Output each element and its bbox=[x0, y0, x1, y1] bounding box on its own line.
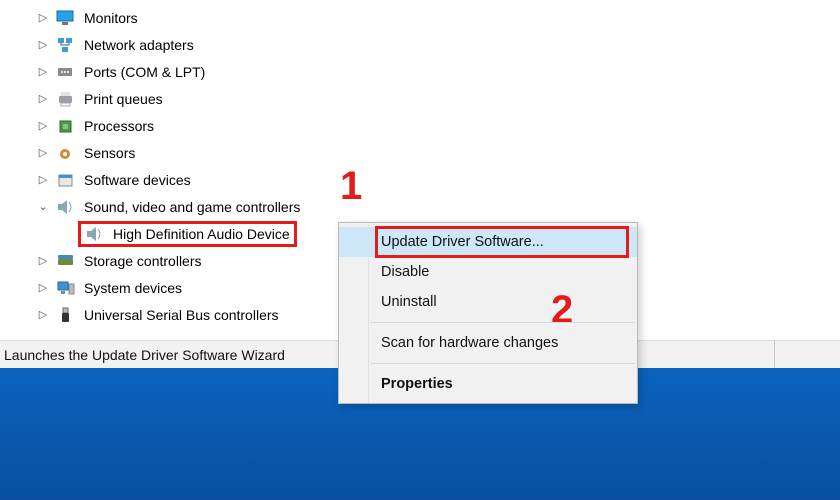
tree-item-label: Sound, video and game controllers bbox=[84, 199, 300, 215]
tree-item-label: Sensors bbox=[84, 145, 135, 161]
port-icon bbox=[56, 63, 76, 81]
annotation-1: 1 bbox=[340, 164, 362, 209]
tree-item-processors[interactable]: ▷ Processors bbox=[0, 112, 840, 139]
usb-icon bbox=[56, 306, 76, 324]
tree-item-label: Universal Serial Bus controllers bbox=[84, 307, 279, 323]
software-icon bbox=[56, 171, 76, 189]
caret-right-icon[interactable]: ▷ bbox=[36, 281, 50, 294]
tree-item-label: High Definition Audio Device bbox=[113, 226, 290, 242]
highlight-box-1: High Definition Audio Device bbox=[78, 221, 297, 247]
caret-right-icon[interactable]: ▷ bbox=[36, 11, 50, 24]
caret-right-icon[interactable]: ▷ bbox=[36, 254, 50, 267]
caret-right-icon[interactable]: ▷ bbox=[36, 308, 50, 321]
tree-item-ports[interactable]: ▷ Ports (COM & LPT) bbox=[0, 58, 840, 85]
tree-item-monitors[interactable]: ▷ Monitors bbox=[0, 4, 840, 31]
tree-item-printqueues[interactable]: ▷ Print queues bbox=[0, 85, 840, 112]
tree-item-label: Print queues bbox=[84, 91, 163, 107]
speaker-icon bbox=[56, 198, 76, 216]
tree-item-sensors[interactable]: ▷ Sensors bbox=[0, 139, 840, 166]
menu-uninstall[interactable]: Uninstall bbox=[339, 287, 637, 317]
tree-item-label: Ports (COM & LPT) bbox=[84, 64, 205, 80]
storage-icon bbox=[56, 252, 76, 270]
cpu-icon bbox=[56, 117, 76, 135]
tree-item-network[interactable]: ▷ Network adapters bbox=[0, 31, 840, 58]
tree-item-label: Storage controllers bbox=[84, 253, 202, 269]
printer-icon bbox=[56, 90, 76, 108]
tree-item-label: Software devices bbox=[84, 172, 191, 188]
caret-right-icon[interactable]: ▷ bbox=[36, 173, 50, 186]
menu-properties[interactable]: Properties bbox=[339, 369, 637, 399]
tree-item-sound[interactable]: ⌄ Sound, video and game controllers bbox=[0, 193, 840, 220]
caret-right-icon[interactable]: ▷ bbox=[36, 38, 50, 51]
menu-item-label: Properties bbox=[381, 376, 453, 392]
caret-right-icon[interactable]: ▷ bbox=[36, 119, 50, 132]
caret-down-icon[interactable]: ⌄ bbox=[36, 200, 50, 213]
tree-item-label: Monitors bbox=[84, 10, 138, 26]
context-menu: Update Driver Software... Disable Uninst… bbox=[338, 222, 638, 404]
tree-item-label: System devices bbox=[84, 280, 182, 296]
menu-separator bbox=[371, 363, 635, 364]
menu-item-label: Disable bbox=[381, 264, 429, 280]
caret-right-icon[interactable]: ▷ bbox=[36, 146, 50, 159]
monitor-icon bbox=[56, 9, 76, 27]
system-icon bbox=[56, 279, 76, 297]
tree-item-label: Processors bbox=[84, 118, 154, 134]
caret-right-icon[interactable]: ▷ bbox=[36, 92, 50, 105]
menu-scan[interactable]: Scan for hardware changes bbox=[339, 328, 637, 358]
tree-item-software[interactable]: ▷ Software devices bbox=[0, 166, 840, 193]
menu-separator bbox=[371, 322, 635, 323]
menu-update-driver[interactable]: Update Driver Software... bbox=[339, 227, 637, 257]
menu-disable[interactable]: Disable bbox=[339, 257, 637, 287]
speaker-icon bbox=[85, 225, 105, 243]
caret-right-icon[interactable]: ▷ bbox=[36, 65, 50, 78]
menu-item-label: Uninstall bbox=[381, 294, 437, 310]
menu-item-label: Scan for hardware changes bbox=[381, 335, 558, 351]
status-text: Launches the Update Driver Software Wiza… bbox=[4, 347, 285, 363]
menu-item-label: Update Driver Software... bbox=[381, 234, 544, 250]
sensor-icon bbox=[56, 144, 76, 162]
tree-item-label: Network adapters bbox=[84, 37, 194, 53]
statusbar-divider bbox=[774, 340, 775, 368]
network-icon bbox=[56, 36, 76, 54]
